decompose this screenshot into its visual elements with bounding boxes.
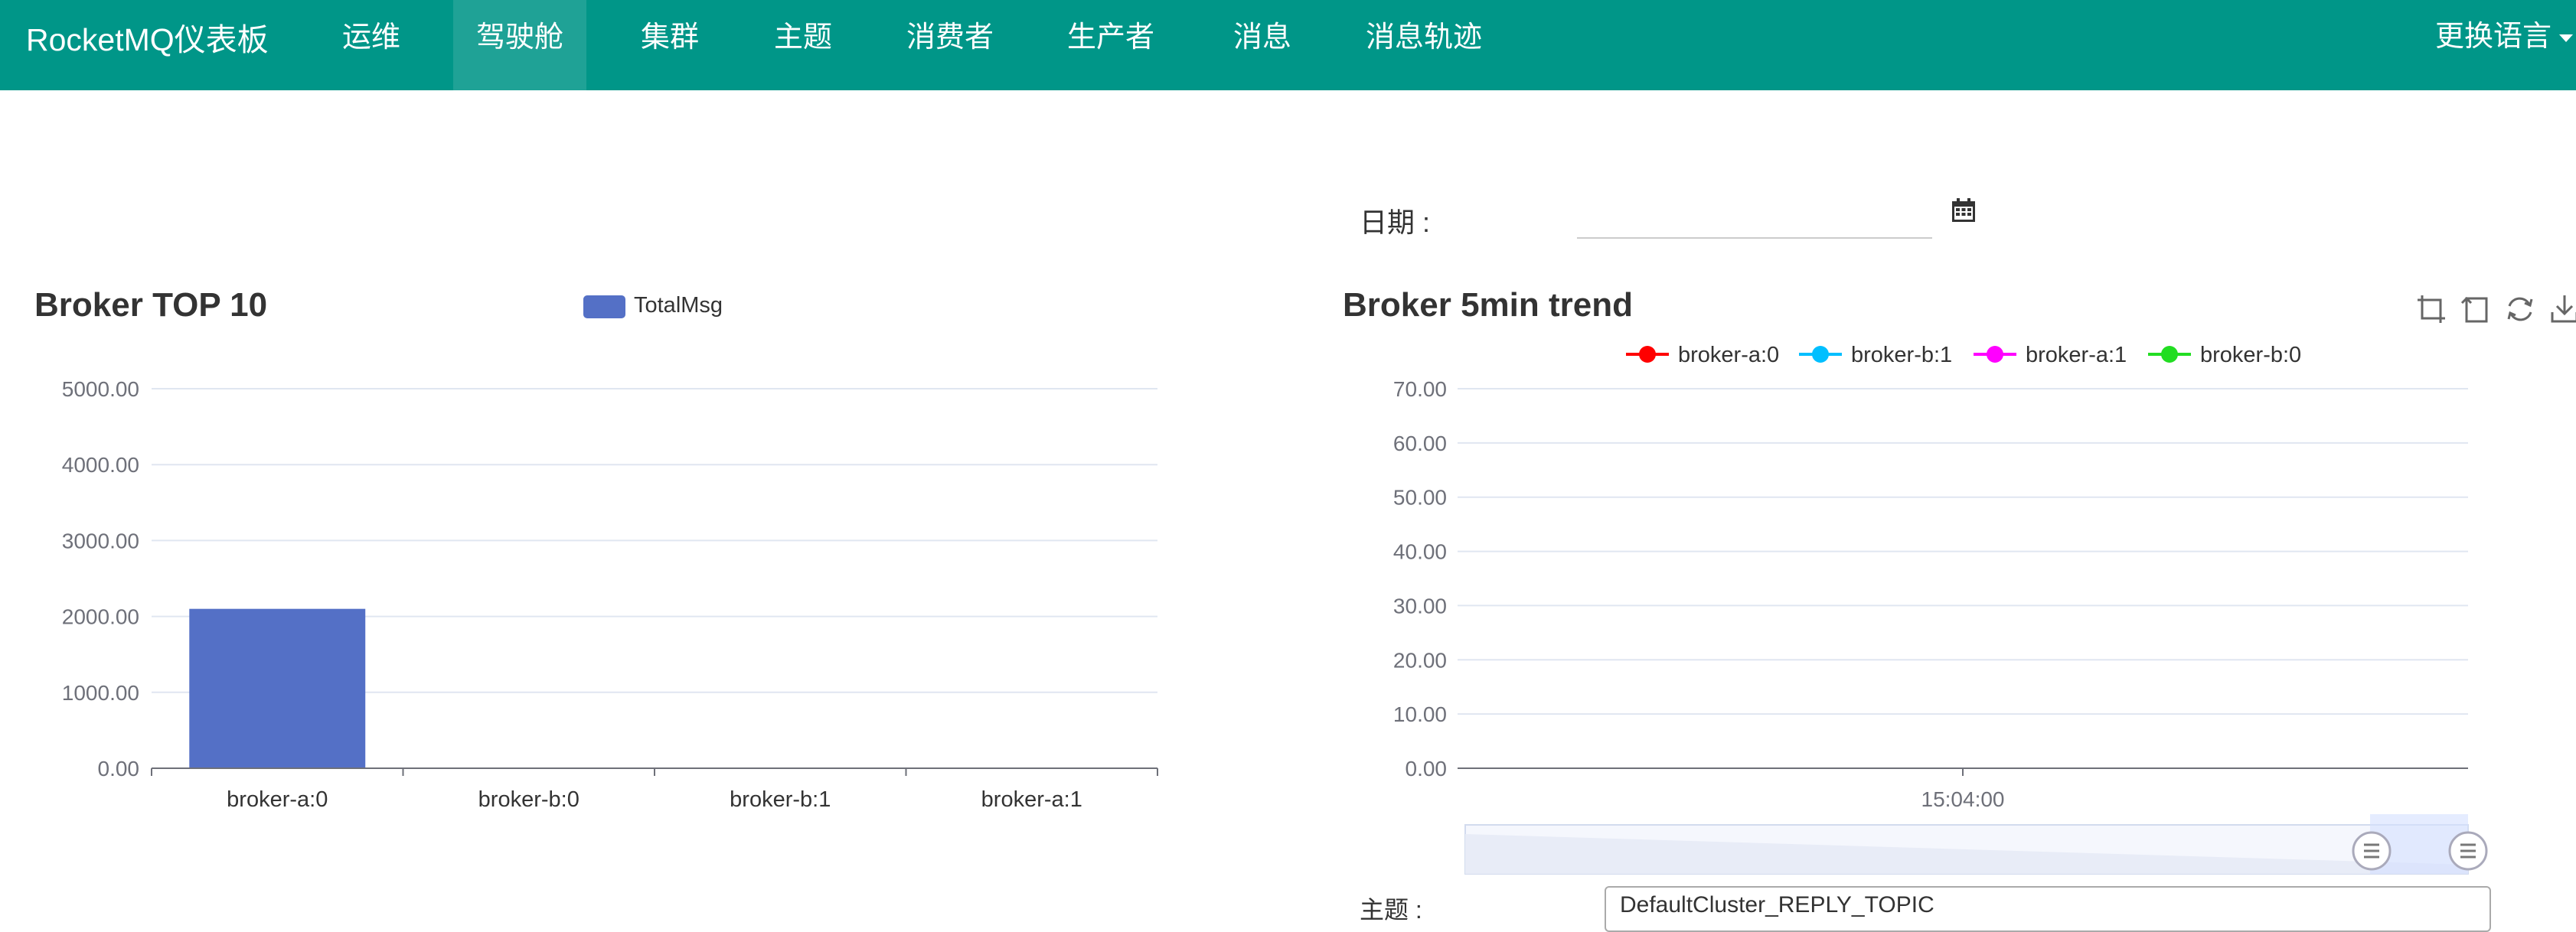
line-chart: broker-a:0 broker-b:1 broker-a:1 broker-b:0… <box>1393 343 2488 875</box>
line-x-tick-label: 15:04:00 <box>1921 787 2005 811</box>
nav-item-cluster[interactable]: 集群 <box>620 0 720 90</box>
date-input[interactable] <box>1577 193 1932 239</box>
bar-x-tick-label: broker-a:1 <box>981 787 1082 812</box>
bar-x-tick-label: broker-b:0 <box>478 787 580 812</box>
legend-marker <box>1987 346 2003 363</box>
bar-y-tick-label: 5000.00 <box>62 377 139 401</box>
date-label: 日期 : <box>1360 207 1431 238</box>
datazoom-slider[interactable] <box>1464 814 2488 875</box>
bar-y-tick-label: 3000.00 <box>62 529 139 552</box>
nav-item-producer[interactable]: 生产者 <box>1047 0 1174 90</box>
language-label: 更换语言 <box>2434 21 2552 53</box>
nav-item-message[interactable]: 消息 <box>1213 0 1312 90</box>
nav-item-message-trace[interactable]: 消息轨迹 <box>1349 0 1499 90</box>
line-y-tick-label: 40.00 <box>1393 540 1447 564</box>
line-y-tick-label: 0.00 <box>1406 757 1448 780</box>
nav-item-dashboard[interactable]: 驾驶舱 <box>453 0 586 90</box>
legend-item-broker-b:0[interactable]: broker-b:0 <box>2148 343 2301 367</box>
bar-y-tick-label: 2000.00 <box>62 605 139 629</box>
topic-select[interactable]: DefaultCluster_REPLY_TOPIC <box>1605 886 2491 932</box>
bar-chart: TotalMsg 0.00 1000.00 2000.00 3000.00 4000.0… <box>62 293 1158 812</box>
bar-y-tick-label: 4000.00 <box>62 453 139 477</box>
line-y-tick-label: 70.00 <box>1393 377 1447 401</box>
bar-x-tick-label: broker-a:0 <box>227 787 328 812</box>
top-navbar: RocketMQ仪表板 运维 驾驶舱 集群 主题 消费者 生产者 消息 消息轨迹… <box>0 0 2576 90</box>
line-y-tick-label: 10.00 <box>1393 702 1447 726</box>
line-y-tick-label: 60.00 <box>1393 432 1447 455</box>
line-y-tick-label: 20.00 <box>1393 648 1447 672</box>
datazoom-handle-right[interactable] <box>2448 831 2488 871</box>
line-y-tick-label: 50.00 <box>1393 486 1447 510</box>
legend-item-broker-b:1[interactable]: broker-b:1 <box>1799 343 1952 367</box>
legend-label-totalmsg: TotalMsg <box>634 293 723 318</box>
legend-label: broker-a:1 <box>2026 343 2127 367</box>
bar-y-tick-label: 1000.00 <box>62 681 139 705</box>
calendar-icon[interactable] <box>1951 197 1977 223</box>
nav-item-consumer[interactable]: 消费者 <box>886 0 1014 90</box>
legend-label: broker-a:0 <box>1678 343 1779 367</box>
caret-down-icon <box>2559 34 2573 42</box>
brand-logo[interactable]: RocketMQ仪表板 <box>26 14 269 60</box>
legend-item-broker-a:1[interactable]: broker-a:1 <box>1974 343 2127 367</box>
legend-item-broker-a:0[interactable]: broker-a:0 <box>1626 343 1779 367</box>
line-y-tick-label: 30.00 <box>1393 594 1447 618</box>
language-dropdown[interactable]: 更换语言 <box>2435 12 2573 54</box>
bar-y-tick-label: 0.00 <box>98 757 140 780</box>
datazoom-handle-left[interactable] <box>2352 831 2392 871</box>
bar-x-tick-label: broker-b:1 <box>730 787 831 812</box>
nav-item-topic[interactable]: 主题 <box>753 0 853 90</box>
legend-marker <box>1812 346 1829 363</box>
legend-marker <box>1639 346 1656 363</box>
legend-marker <box>2161 346 2178 363</box>
nav-item-ops[interactable]: 运维 <box>322 0 421 90</box>
bar-broker-a:0[interactable] <box>189 608 366 768</box>
legend-swatch-totalmsg <box>583 295 625 318</box>
legend-label: broker-b:0 <box>2200 343 2301 367</box>
topic-label: 主题 : <box>1360 896 1422 924</box>
legend-label: broker-b:1 <box>1851 343 1952 367</box>
bar-legend[interactable]: TotalMsg <box>583 293 723 318</box>
